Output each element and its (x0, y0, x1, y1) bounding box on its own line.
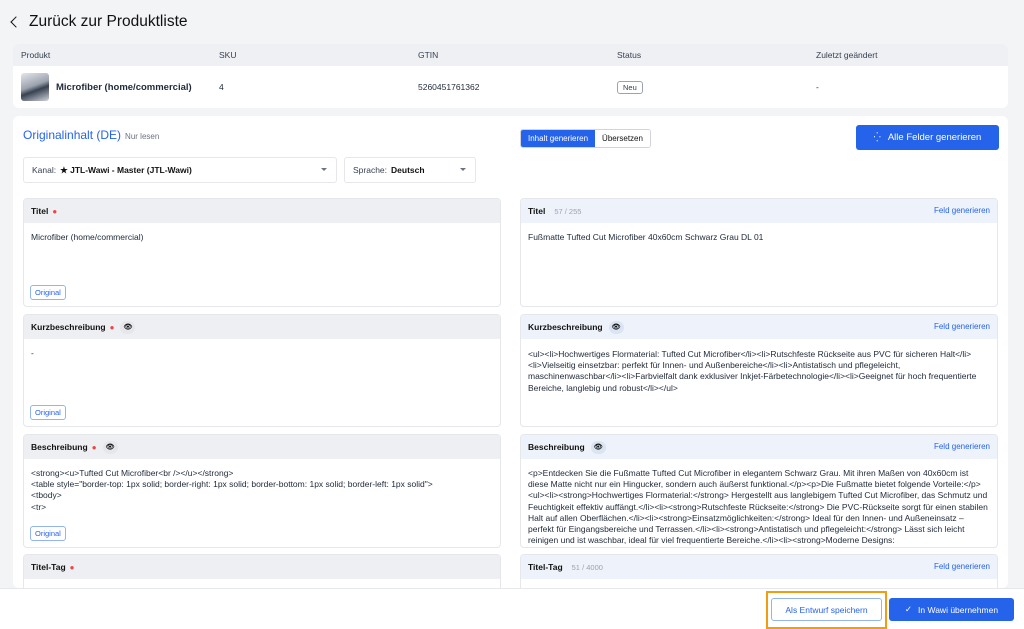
chevron-left-icon (10, 16, 22, 28)
table-row[interactable]: Microfiber (home/commercial) 4 526045176… (13, 66, 1008, 108)
generate-all-label: Alle Felder generieren (887, 132, 982, 143)
top-bar: Zurück zur Produktliste (0, 0, 1024, 44)
generate-all-button[interactable]: ⁛ Alle Felder generieren (856, 125, 999, 150)
changed-value: - (816, 82, 819, 92)
language-value: Deutsch (391, 165, 425, 175)
field-label: Titel-Tag (31, 562, 66, 572)
sparkle-icon: ⁛ (873, 132, 881, 142)
status-badge: Neu (617, 80, 643, 94)
original-title-card: Titel ● Microfiber (home/commercial) Orig… (23, 198, 501, 307)
field-label: Beschreibung (31, 442, 88, 452)
generated-title-card: Titel 57 / 255 Feld generieren Fußmatte Tu… (520, 198, 998, 307)
original-short-desc-value: - (31, 348, 34, 358)
card-header: Titel-Tag ● (24, 555, 500, 579)
back-label: Zurück zur Produktliste (29, 13, 188, 30)
status-cell: Neu (617, 80, 643, 94)
original-description-value: <strong><u>Tufted Cut Microfiber<br /></… (31, 468, 433, 512)
header-sku: SKU (219, 50, 237, 60)
field-label: Kurzbeschreibung (31, 322, 106, 332)
original-title-value: Microfiber (home/commercial) (31, 232, 144, 242)
eye-icon[interactable]: 👁 (120, 320, 136, 334)
card-header: Titel-Tag 51 / 4000 Feld generieren (521, 555, 997, 579)
generate-field-button[interactable]: Feld generieren (934, 562, 990, 571)
card-header: Kurzbeschreibung ● 👁 (24, 315, 500, 339)
generated-short-desc-card: Kurzbeschreibung 👁 Feld generieren <ul><li… (520, 314, 998, 427)
language-select[interactable]: Sprache: Deutsch (344, 157, 476, 183)
char-count: 57 / 255 (554, 206, 582, 216)
chevron-down-icon (460, 168, 466, 171)
generate-field-button[interactable]: Feld generieren (934, 206, 990, 215)
eye-icon[interactable]: 👁 (102, 440, 118, 454)
card-header: Beschreibung 👁 Feld generieren (521, 435, 997, 459)
generated-description-value[interactable]: <p>Entdecken Sie die Fußmatte Tufted Cut… (521, 459, 997, 547)
card-header: Kurzbeschreibung 👁 Feld generieren (521, 315, 997, 339)
readonly-label: Nur lesen (125, 132, 160, 141)
char-count: 51 / 4000 (571, 562, 603, 572)
language-label: Sprache: (353, 165, 388, 175)
mode-toggle: Inhalt generieren Übersetzen (520, 129, 651, 148)
check-icon: ✓ (904, 604, 913, 614)
apply-label: In Wawi übernehmen (918, 604, 999, 615)
required-dot-icon: ● (109, 322, 115, 332)
tab-generate-content[interactable]: Inhalt generieren (521, 130, 596, 147)
table-header: Produkt SKU GTIN Status Zuletzt geändert (13, 44, 1008, 66)
field-label: Kurzbeschreibung (528, 322, 603, 332)
product-cell: Microfiber (home/commercial) (21, 73, 192, 101)
field-label: Beschreibung (528, 442, 585, 452)
generated-description-card: Beschreibung 👁 Feld generieren <p>Entdecke… (520, 434, 998, 548)
eye-icon[interactable]: 👁 (590, 440, 606, 454)
original-description-card: Beschreibung ● 👁 <strong><u>Tufted Cut Mic… (23, 434, 501, 548)
channel-label: Kanal: (32, 165, 57, 175)
original-title-tag-card: Titel-Tag ● (23, 554, 501, 588)
apply-to-wawi-button[interactable]: ✓ In Wawi übernehmen (889, 598, 1014, 621)
original-badge: Original (30, 285, 66, 300)
field-label: Titel-Tag (528, 562, 563, 572)
generate-field-button[interactable]: Feld generieren (934, 442, 990, 451)
header-changed: Zuletzt geändert (816, 50, 878, 60)
required-dot-icon: ● (52, 206, 58, 216)
section-title: Originalinhalt (DE) Nur lesen (23, 128, 159, 142)
original-badge: Original (30, 526, 66, 541)
generated-short-desc-value[interactable]: <ul><li>Hochwertiges Flormaterial: Tufte… (521, 339, 997, 403)
card-header: Titel 57 / 255 Feld generieren (521, 199, 997, 223)
channel-select[interactable]: Kanal: ★ JTL-Wawi - Master (JTL-Wawi) (23, 157, 337, 183)
save-draft-button[interactable]: Als Entwurf speichern (771, 598, 882, 621)
generate-field-button[interactable]: Feld generieren (934, 322, 990, 331)
product-table: Produkt SKU GTIN Status Zuletzt geändert… (13, 44, 1008, 108)
channel-value: ★ JTL-Wawi - Master (JTL-Wawi) (60, 164, 192, 175)
header-product: Produkt (21, 50, 51, 60)
header-gtin: GTIN (418, 50, 439, 60)
card-header: Beschreibung ● 👁 (24, 435, 500, 459)
chevron-down-icon (321, 168, 327, 171)
generated-title-value[interactable]: Fußmatte Tufted Cut Microfiber 40x60cm S… (521, 223, 997, 252)
original-badge: Original (30, 405, 66, 420)
sku-value: 4 (219, 82, 224, 92)
original-short-desc-card: Kurzbeschreibung ● 👁 - Original (23, 314, 501, 427)
tab-translate[interactable]: Übersetzen (595, 130, 650, 147)
section-title-text: Originalinhalt (DE) (23, 128, 122, 142)
content-panel: Originalinhalt (DE) Nur lesen Inhalt gene… (13, 116, 1008, 588)
generated-title-tag-card: Titel-Tag 51 / 4000 Feld generieren (520, 554, 998, 588)
required-dot-icon: ● (69, 562, 75, 572)
back-link[interactable]: Zurück zur Produktliste (10, 13, 188, 31)
required-dot-icon: ● (91, 442, 97, 452)
product-thumbnail (21, 73, 49, 101)
field-label: Titel (528, 206, 546, 216)
product-name: Microfiber (home/commercial) (56, 81, 192, 93)
eye-icon[interactable]: 👁 (608, 320, 624, 334)
card-header: Titel ● (24, 199, 500, 223)
gtin-value: 5260451761362 (418, 82, 480, 92)
header-status: Status (617, 50, 642, 60)
field-label: Titel (31, 206, 49, 216)
